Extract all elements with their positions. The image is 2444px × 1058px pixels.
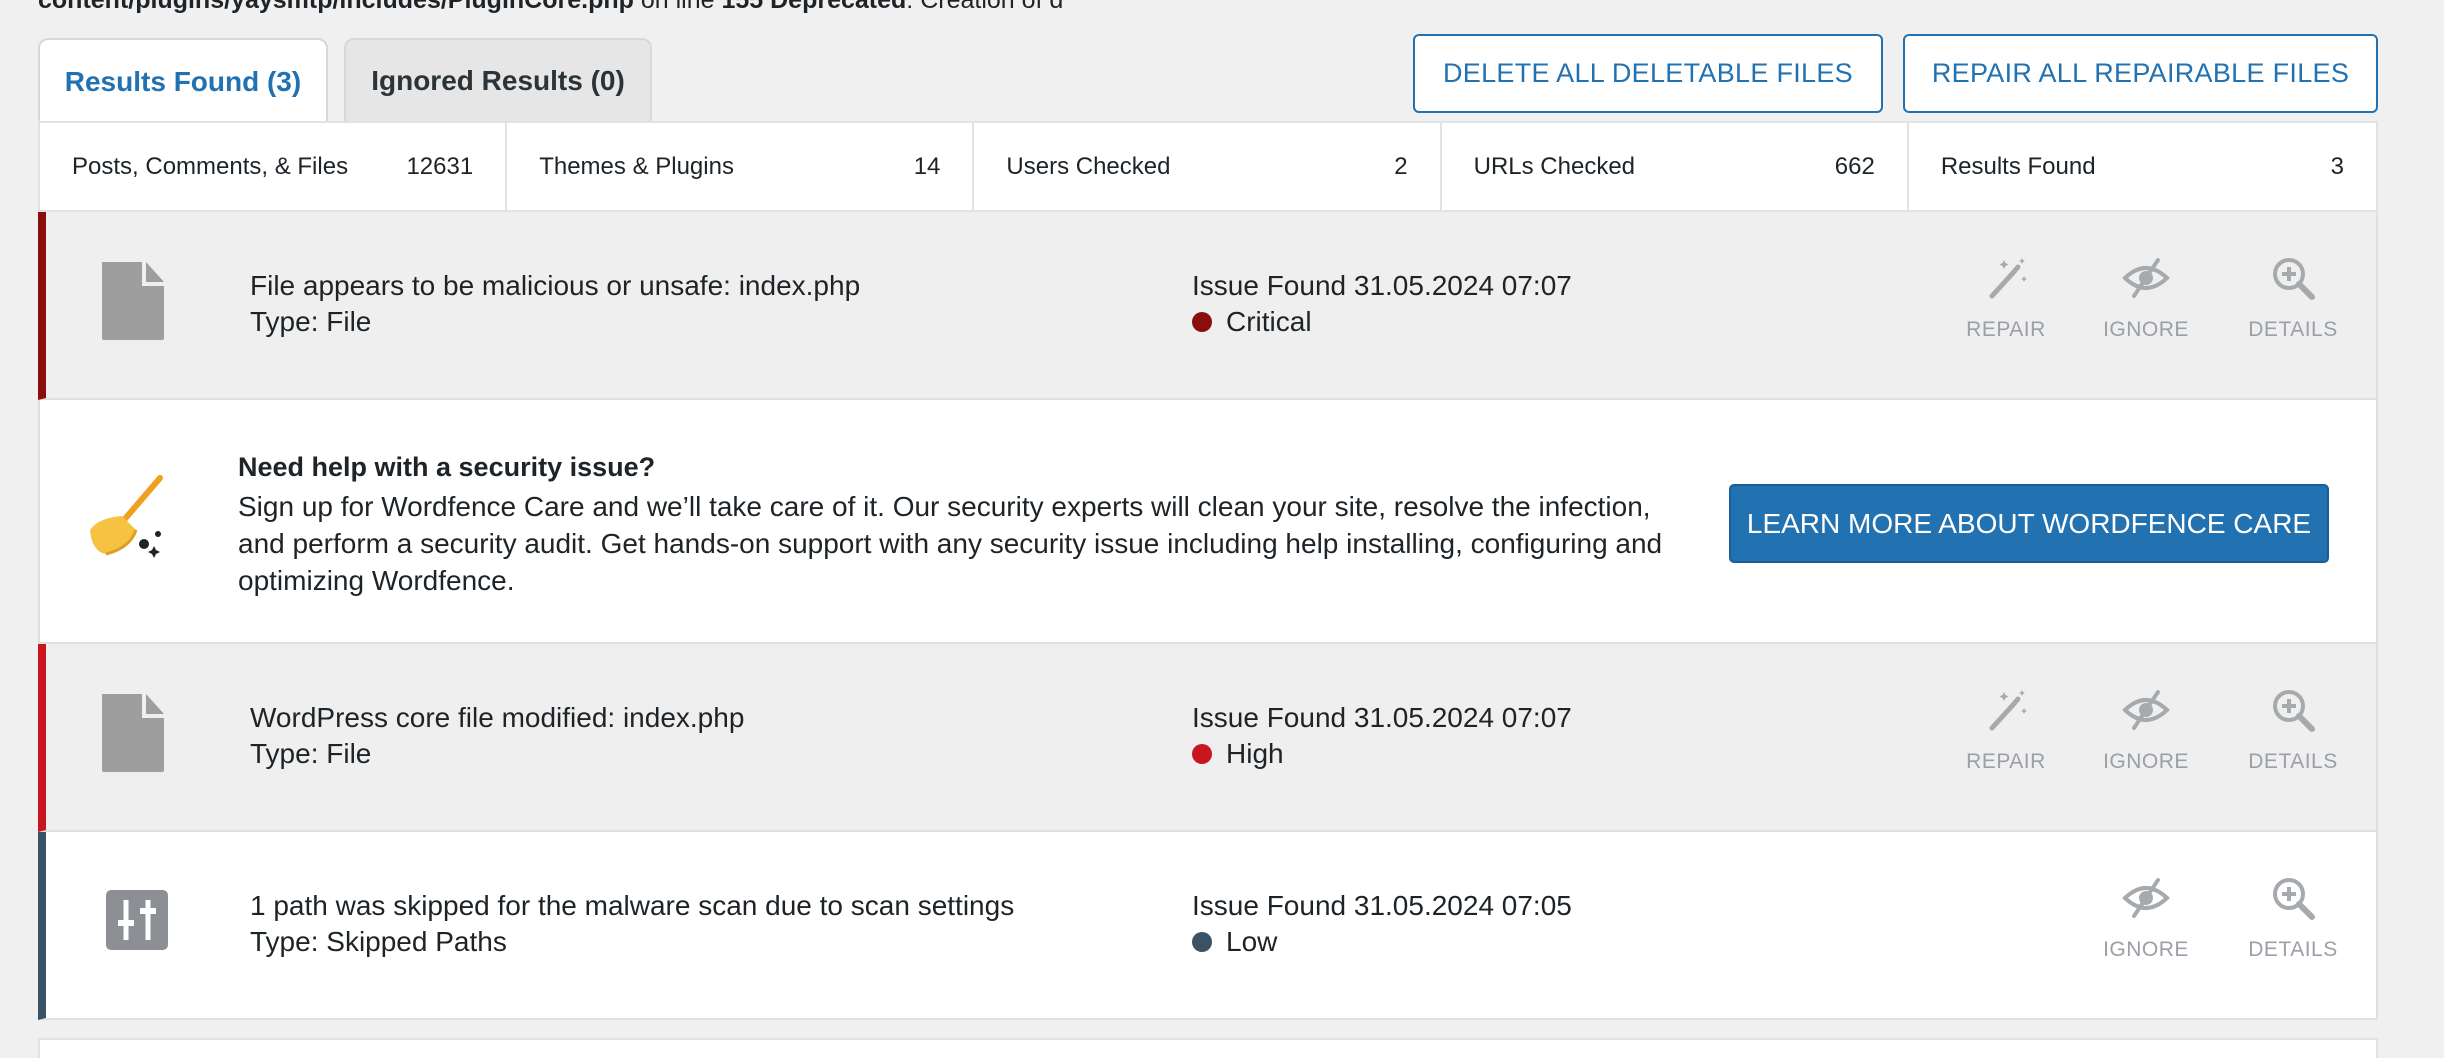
stat-label: Themes & Plugins: [539, 152, 734, 180]
repair-label: REPAIR: [1966, 750, 2046, 773]
stat-label: URLs Checked: [1473, 152, 1636, 180]
stat-label: Results Found: [1940, 152, 2096, 180]
ignore-label: IGNORE: [2103, 750, 2189, 773]
stat-themes-plugins: Themes & Plugins 14: [507, 123, 975, 210]
severity-label: Critical: [1226, 306, 1312, 337]
stat-value: 2: [1394, 152, 1408, 180]
eye-slash-icon: [2122, 878, 2170, 918]
zoom-in-icon: [2273, 258, 2315, 300]
broom-icon: [90, 475, 163, 558]
zoom-in-icon: [2273, 690, 2315, 732]
severity-badge: High: [1192, 738, 1284, 770]
ignore-button[interactable]: IGNORE: [2096, 686, 2196, 774]
severity-badge: Critical: [1192, 306, 1312, 338]
details-button[interactable]: DETAILS: [2243, 254, 2343, 342]
repair-button[interactable]: REPAIR: [1956, 686, 2056, 774]
notice-deprecated: Deprecated: [763, 0, 907, 14]
deprecation-notice: content/plugins/yaysmtp/includes/PluginC…: [38, 0, 1063, 15]
stat-value: 14: [913, 152, 941, 180]
promo-heading: Need help with a security issue?: [238, 452, 656, 482]
issue-actions: REPAIR IGNORE DETAILS: [1956, 686, 2343, 774]
stat-users-checked: Users Checked 2: [974, 123, 1442, 210]
issue-row: 1 path was skipped for the malware scan …: [38, 832, 2378, 1020]
issue-title: WordPress core file modified: index.php: [250, 702, 745, 733]
stat-value: 3: [2330, 152, 2345, 180]
ignore-label: IGNORE: [2103, 938, 2189, 961]
notice-rest: : Creation of d: [906, 0, 1064, 14]
notice-on-line: on line: [633, 0, 722, 14]
sliders-icon: [106, 890, 168, 950]
details-label: DETAILS: [2248, 938, 2338, 961]
issue-type: Type: File: [250, 306, 372, 337]
issue-type: Type: File: [250, 738, 372, 769]
repair-all-repairable-button[interactable]: REPAIR ALL REPAIRABLE FILES: [1903, 34, 2378, 113]
stat-urls-checked: URLs Checked 662: [1442, 123, 1909, 210]
issue-actions: IGNORE DETAILS: [2096, 874, 2343, 962]
severity-badge: Low: [1192, 926, 1277, 958]
tab-ignored-results[interactable]: Ignored Results (0): [344, 38, 652, 122]
stat-posts-comments-files: Posts, Comments, & Files 12631: [40, 123, 508, 210]
issue-title: File appears to be malicious or unsafe: …: [250, 270, 861, 301]
ignore-button[interactable]: IGNORE: [2096, 874, 2196, 962]
magic-wand-icon: [1989, 258, 2027, 299]
zoom-in-icon: [2273, 878, 2315, 920]
file-icon: [102, 262, 164, 340]
learn-more-wordfence-care-button[interactable]: LEARN MORE ABOUT WORDFENCE CARE: [1729, 484, 2329, 563]
ignore-button[interactable]: IGNORE: [2096, 254, 2196, 342]
next-panel-edge: [38, 1038, 2378, 1058]
notice-line-number: 155: [721, 0, 764, 14]
results-tabs: Results Found (3) Ignored Results (0): [38, 38, 652, 124]
wordfence-care-promo: Need help with a security issue? Sign up…: [38, 400, 2378, 644]
file-icon: [102, 694, 164, 772]
stat-label: Users Checked: [1006, 152, 1171, 180]
eye-slash-icon: [2122, 258, 2170, 298]
issue-found-date: Issue Found 31.05.2024 07:05: [1192, 890, 1572, 921]
ignore-label: IGNORE: [2103, 318, 2189, 341]
details-button[interactable]: DETAILS: [2243, 686, 2343, 774]
details-label: DETAILS: [2248, 750, 2338, 773]
stat-value: 662: [1834, 152, 1875, 180]
scan-stats-bar: Posts, Comments, & Files 12631 Themes & …: [38, 121, 2378, 212]
issue-row: File appears to be malicious or unsafe: …: [38, 212, 2378, 400]
stat-label: Posts, Comments, & Files: [72, 152, 349, 180]
issue-found-date: Issue Found 31.05.2024 07:07: [1192, 702, 1572, 733]
details-label: DETAILS: [2248, 318, 2338, 341]
delete-all-deletable-button[interactable]: DELETE ALL DELETABLE FILES: [1413, 34, 1883, 113]
magic-wand-icon: [1989, 690, 2027, 731]
issue-found-date: Issue Found 31.05.2024 07:07: [1192, 270, 1572, 301]
results-panel: Posts, Comments, & Files 12631 Themes & …: [38, 121, 2378, 1020]
severity-dot: [1192, 744, 1212, 764]
eye-slash-icon: [2122, 690, 2170, 730]
severity-label: High: [1226, 738, 1284, 769]
tab-results-found[interactable]: Results Found (3): [38, 38, 328, 124]
issue-actions: REPAIR IGNORE DETAILS: [1956, 254, 2343, 342]
issue-row: WordPress core file modified: index.php …: [38, 644, 2378, 832]
details-button[interactable]: DETAILS: [2243, 874, 2343, 962]
severity-dot: [1192, 932, 1212, 952]
severity-label: Low: [1226, 926, 1278, 957]
notice-path: content/plugins/yaysmtp/includes/PluginC…: [38, 0, 634, 14]
issue-type: Type: Skipped Paths: [250, 926, 507, 957]
stat-value: 12631: [406, 152, 474, 180]
severity-dot: [1192, 312, 1212, 332]
stat-results-found: Results Found 3: [1909, 123, 2376, 210]
repair-label: REPAIR: [1966, 318, 2046, 341]
issue-title: 1 path was skipped for the malware scan …: [250, 890, 1015, 921]
promo-text: Sign up for Wordfence Care and we’ll tak…: [238, 491, 1663, 596]
repair-button[interactable]: REPAIR: [1956, 254, 2056, 342]
